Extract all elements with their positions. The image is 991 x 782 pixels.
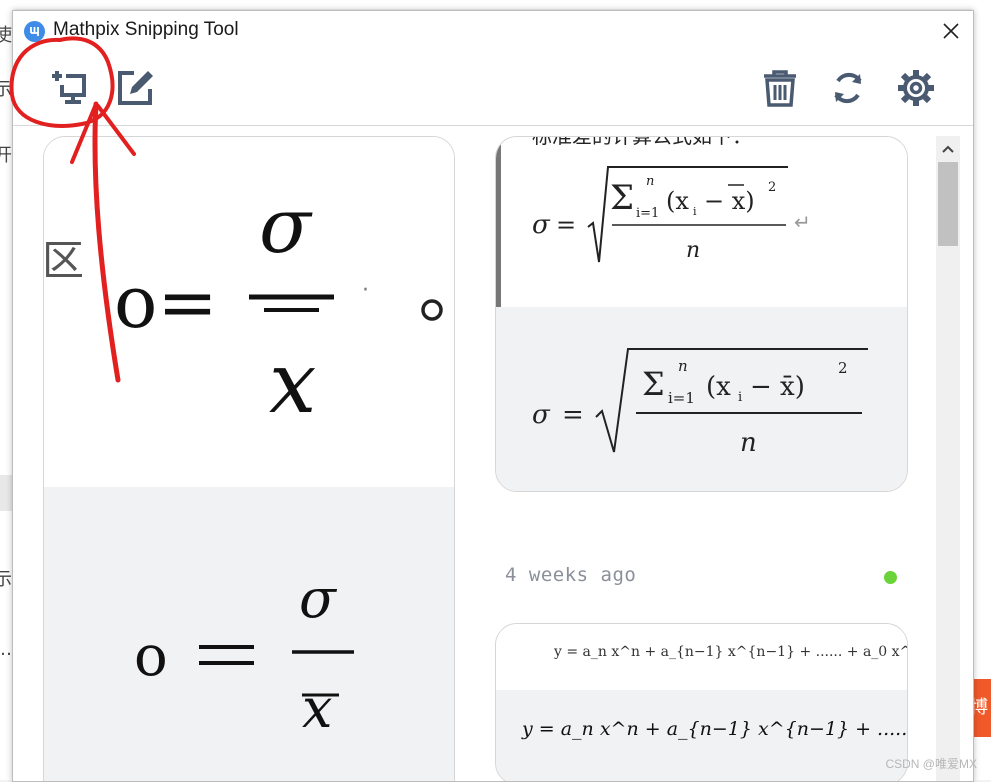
mathpix-window: Mathpix Snipping Tool 区 o= σ x · o σ x σ… [12, 10, 974, 782]
background-fragment: 示 [0, 569, 12, 590]
background-fragment: … [0, 639, 12, 660]
svg-text:n: n [740, 428, 757, 458]
delete-button[interactable] [759, 67, 801, 109]
snip-formula-image: 标准差的计算公式如下： σ = Σ n i=1 (x i − x) 2 n ↵ [532, 137, 811, 263]
history-timestamp: 4 weeks ago [505, 564, 637, 586]
svg-text:o: o [134, 624, 168, 689]
snip-image: 区 o= σ x · [44, 137, 454, 487]
window-title: Mathpix Snipping Tool [53, 19, 239, 40]
rendered-formula: σ = Σ n i=1 (x i − x̄) 2 n [532, 348, 868, 458]
snip-card[interactable]: 标准差的计算公式如下： σ = Σ n i=1 (x i − x) 2 n ↵ [495, 136, 908, 492]
snip-formula-image: y = a_n x^n + a_{n−1} x^{n−1} + ...... +… [554, 644, 908, 660]
svg-text:σ: σ [532, 210, 551, 240]
new-snip-button[interactable] [48, 67, 90, 109]
snip-formula-image: o= σ x · [114, 181, 443, 432]
svg-text:2: 2 [768, 180, 776, 195]
svg-text:n: n [646, 174, 654, 189]
background-fragment: 使 [0, 25, 12, 46]
chevron-up-icon [942, 145, 954, 153]
snip-image: y = a_n x^n + a_{n−1} x^{n−1} + ...... +… [496, 624, 907, 690]
svg-text:− x): − x) [704, 187, 755, 215]
sync-icon [834, 73, 862, 103]
svg-text:σ: σ [532, 400, 551, 430]
title-bar: Mathpix Snipping Tool [13, 11, 973, 51]
edit-icon [118, 71, 153, 105]
svg-text:x: x [269, 334, 316, 432]
background-fragment: 开 [0, 145, 12, 166]
rendered-result: σ = Σ n i=1 (x i − x̄) 2 n [496, 307, 907, 491]
svg-text:2: 2 [838, 359, 848, 377]
svg-text:i=1: i=1 [636, 206, 659, 221]
svg-text:↵: ↵ [794, 210, 811, 234]
svg-text:x: x [302, 677, 332, 740]
rendered-formula: o σ x [134, 567, 354, 740]
history-list: 区 o= σ x · o σ x σ = Σ n i=1 (x i − x) 2… [13, 126, 973, 781]
svg-text:Σ: Σ [642, 365, 665, 403]
background-right-strip: 博 [972, 9, 991, 780]
sync-button[interactable] [827, 67, 869, 109]
background-menu-strip [0, 0, 991, 9]
gear-icon [898, 70, 934, 106]
scroll-thumb[interactable] [938, 162, 958, 246]
svg-text:标准差的计算公式如下：: 标准差的计算公式如下： [532, 137, 752, 148]
svg-text:=: = [556, 211, 576, 239]
svg-text:n: n [686, 238, 700, 263]
edit-button[interactable] [114, 67, 156, 109]
close-button[interactable] [927, 11, 973, 51]
background-fragment: 示 [0, 79, 12, 100]
trash-icon [764, 70, 796, 107]
svg-text:n: n [678, 357, 688, 375]
scroll-up-button[interactable] [936, 136, 960, 162]
screenshot-snip-icon [52, 71, 86, 104]
status-indicator [884, 571, 897, 584]
mathpix-logo-icon [24, 21, 45, 42]
svg-text:i=1: i=1 [668, 389, 695, 407]
svg-text:o=: o= [114, 260, 218, 344]
svg-text:σ: σ [259, 181, 313, 270]
svg-text:i: i [693, 205, 697, 218]
snip-card[interactable]: y = a_n x^n + a_{n−1} x^{n−1} + ...... +… [495, 623, 908, 781]
svg-text:·: · [362, 278, 369, 303]
svg-text:− x̄): − x̄) [750, 372, 805, 402]
svg-text:σ: σ [299, 567, 338, 630]
settings-button[interactable] [895, 67, 937, 109]
rendered-formula: y = a_n x^n + a_{n−1} x^{n−1} + ...... +… [522, 718, 908, 740]
vertical-scrollbar[interactable] [936, 136, 960, 781]
rendered-result: y = a_n x^n + a_{n−1} x^{n−1} + ...... +… [496, 690, 907, 781]
svg-text:(x: (x [706, 372, 731, 402]
svg-text:Σ: Σ [610, 178, 634, 218]
svg-text:=: = [562, 400, 584, 430]
close-icon [943, 23, 959, 39]
svg-text:i: i [738, 390, 742, 405]
toolbar [13, 51, 973, 126]
watermark: CSDN @唯爱MX [885, 757, 977, 771]
snip-image: 标准差的计算公式如下： σ = Σ n i=1 (x i − x) 2 n ↵ [496, 137, 907, 307]
svg-text:(x: (x [666, 187, 689, 215]
background-red-button[interactable]: 博 [972, 679, 991, 737]
snip-card[interactable]: 区 o= σ x · o σ x [43, 136, 455, 781]
rendered-result: o σ x [44, 487, 454, 781]
